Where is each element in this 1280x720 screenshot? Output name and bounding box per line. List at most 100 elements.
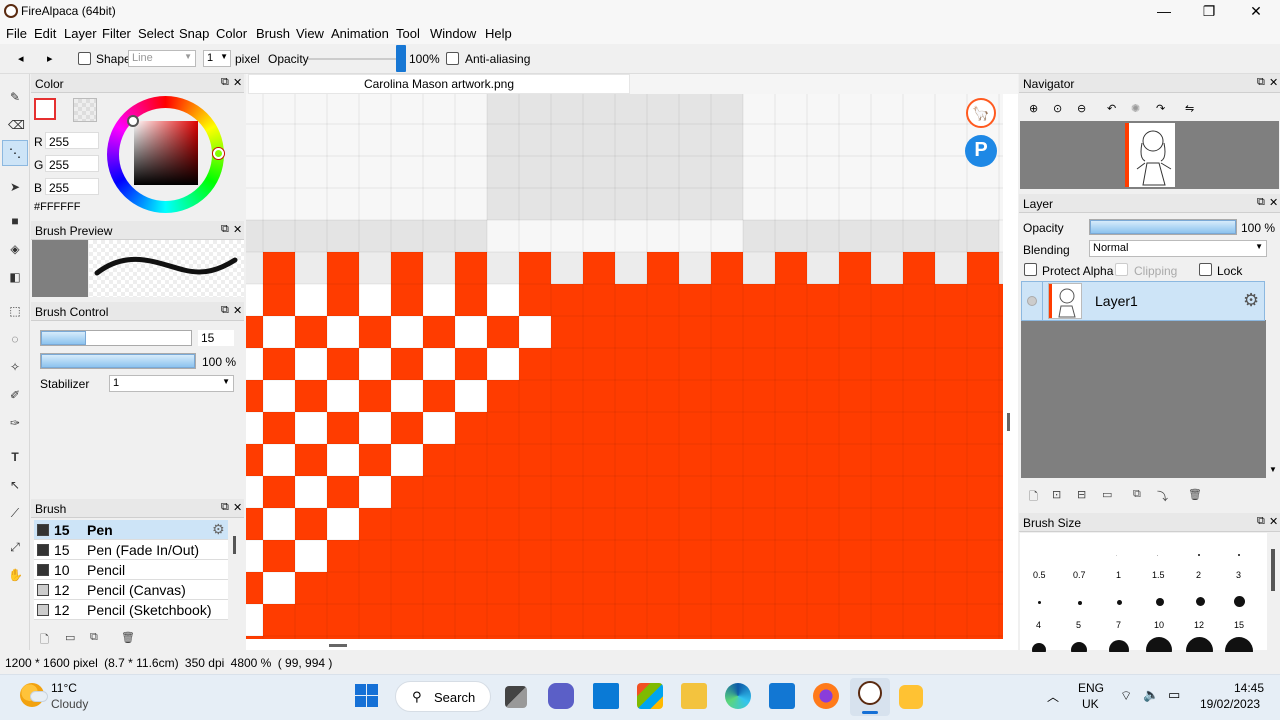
- pen-tool-icon[interactable]: ✎: [8, 90, 22, 104]
- menu-view[interactable]: View: [296, 26, 324, 41]
- menu-layer[interactable]: Layer: [64, 26, 97, 41]
- size-15[interactable]: 15: [1234, 620, 1244, 630]
- firefox-icon[interactable]: [813, 683, 839, 709]
- panel-close-icon[interactable]: ✕: [233, 501, 242, 514]
- clock-time[interactable]: 14:45: [1234, 681, 1264, 695]
- dock-icon[interactable]: ⧉: [1257, 76, 1265, 89]
- menu-help[interactable]: Help: [485, 26, 512, 41]
- zoom-out-icon[interactable]: ⊖: [1077, 102, 1086, 115]
- brush-item[interactable]: 15 Pen ⚙: [34, 520, 228, 540]
- size-0-5[interactable]: 0.5: [1033, 570, 1046, 580]
- panel-close-icon[interactable]: ✕: [233, 223, 242, 236]
- drawing-canvas[interactable]: [246, 94, 1003, 639]
- new-brush-icon[interactable]: 🗋: [40, 631, 49, 650]
- text-tool-icon[interactable]: T: [8, 450, 22, 464]
- brush-folder-icon[interactable]: ▭: [65, 631, 75, 644]
- brush-list-scrollbar[interactable]: [233, 536, 236, 554]
- rotate-left-icon[interactable]: ↶: [1107, 102, 1116, 115]
- size-0-7[interactable]: 0.7: [1073, 570, 1086, 580]
- brush-item[interactable]: 15 Pen (Fade In/Out): [34, 540, 228, 560]
- panel-close-icon[interactable]: ✕: [1269, 196, 1278, 209]
- new-8bit-layer-icon[interactable]: ⊡: [1052, 488, 1061, 501]
- menu-color[interactable]: Color: [216, 26, 247, 41]
- pixel-size-select[interactable]: 1 ▼: [203, 50, 231, 67]
- navigator-preview[interactable]: [1020, 121, 1279, 189]
- lasso-tool-icon[interactable]: ◌: [8, 332, 22, 346]
- move-tool-icon[interactable]: ➤: [8, 180, 22, 194]
- antialias-checkbox[interactable]: [446, 52, 459, 65]
- layer-settings-gear-icon[interactable]: ⚙: [1243, 290, 1259, 311]
- redo-button[interactable]: ▸: [47, 52, 53, 65]
- hue-picker-handle[interactable]: [213, 148, 224, 159]
- select-eraser-tool-icon[interactable]: ✑: [8, 416, 22, 430]
- clipping-checkbox[interactable]: [1115, 263, 1128, 276]
- pixel-canvas[interactable]: [246, 94, 1003, 639]
- fill-rect-tool-icon[interactable]: ■: [8, 214, 22, 228]
- pixiv-icon[interactable]: P: [965, 135, 997, 167]
- edge-browser-icon[interactable]: [725, 683, 751, 709]
- panel-close-icon[interactable]: ✕: [1269, 76, 1278, 89]
- brush-opacity-slider[interactable]: [40, 353, 196, 369]
- file-explorer-icon[interactable]: [681, 683, 707, 709]
- document-tab[interactable]: Carolina Mason artwork.png: [248, 74, 630, 94]
- menu-tool[interactable]: Tool: [396, 26, 420, 41]
- hand-tool-icon[interactable]: ✋: [8, 568, 23, 582]
- wifi-icon[interactable]: ⌔: [1120, 688, 1132, 704]
- layer-list-scrollbar[interactable]: ▼: [1268, 281, 1278, 479]
- clock-date[interactable]: 19/02/2023: [1200, 697, 1260, 711]
- layer-opacity-slider[interactable]: [1089, 219, 1237, 235]
- size-12[interactable]: 12: [1194, 620, 1204, 630]
- blending-select[interactable]: Normal ▼: [1089, 240, 1267, 257]
- size-1[interactable]: 1: [1116, 570, 1121, 580]
- language-code[interactable]: ENG: [1078, 681, 1104, 695]
- new-1bit-layer-icon[interactable]: ⊟: [1077, 488, 1086, 501]
- size-3[interactable]: 3: [1236, 570, 1241, 580]
- firealpaca-taskbar-button[interactable]: [850, 678, 890, 716]
- layer-row[interactable]: Layer1 ⚙: [1021, 281, 1265, 321]
- lock-checkbox[interactable]: [1199, 263, 1212, 276]
- sv-picker-handle[interactable]: [127, 115, 139, 127]
- brush-size-input[interactable]: 15: [198, 330, 234, 346]
- dock-icon[interactable]: ⧉: [1257, 515, 1265, 528]
- brush-settings-gear-icon[interactable]: ⚙: [212, 521, 225, 538]
- opacity-slider-track[interactable]: [308, 58, 404, 60]
- divide-tool-icon[interactable]: ⟋: [8, 506, 22, 520]
- vertical-scrollbar[interactable]: [1007, 413, 1010, 431]
- dot-tool-icon[interactable]: ⋱: [2, 140, 28, 166]
- saturation-value-square[interactable]: [134, 121, 198, 185]
- dock-icon[interactable]: ⧉: [221, 76, 229, 89]
- menu-filter[interactable]: Filter: [102, 26, 131, 41]
- duplicate-brush-icon[interactable]: ⧉: [90, 631, 98, 644]
- reset-rotation-icon[interactable]: ✺: [1131, 102, 1140, 115]
- menu-brush[interactable]: Brush: [256, 26, 290, 41]
- menu-edit[interactable]: Edit: [34, 26, 56, 41]
- eyedropper-tool-icon[interactable]: ⤢: [8, 540, 22, 554]
- dock-icon[interactable]: ⧉: [221, 304, 229, 317]
- teams-chat-icon[interactable]: [548, 683, 574, 709]
- b-input[interactable]: 255: [45, 178, 99, 195]
- merge-layer-icon[interactable]: ⤵: [1157, 488, 1168, 504]
- microsoft-store-icon[interactable]: [637, 683, 663, 709]
- shape-select[interactable]: Line ▼: [128, 50, 196, 67]
- flip-icon[interactable]: ⇋: [1185, 102, 1194, 115]
- panel-close-icon[interactable]: ✕: [233, 76, 242, 89]
- opacity-slider-thumb[interactable]: [396, 45, 406, 72]
- panel-close-icon[interactable]: ✕: [233, 304, 242, 317]
- r-input[interactable]: 255: [45, 132, 99, 149]
- layer-folder-icon[interactable]: ▭: [1102, 488, 1112, 501]
- brush-item[interactable]: 12 Pencil (Canvas): [34, 580, 228, 600]
- g-input[interactable]: 255: [45, 155, 99, 172]
- select-pen-tool-icon[interactable]: ✐: [8, 388, 22, 402]
- size-4[interactable]: 4: [1036, 620, 1041, 630]
- media-player-icon[interactable]: [899, 685, 923, 709]
- dock-icon[interactable]: ⧉: [221, 501, 229, 514]
- stabilizer-select[interactable]: 1 ▼: [109, 375, 234, 392]
- menu-file[interactable]: File: [6, 26, 27, 41]
- operation-tool-icon[interactable]: ↖: [8, 478, 22, 492]
- brush-item[interactable]: 12 Pencil (Sketchbook): [34, 600, 228, 620]
- dock-icon[interactable]: ⧉: [1257, 196, 1265, 209]
- primary-color-swatch[interactable]: [34, 98, 56, 120]
- mail-icon[interactable]: [769, 683, 795, 709]
- bucket-tool-icon[interactable]: ◈: [8, 242, 22, 256]
- alpaca-mascot-icon[interactable]: 🦙: [966, 98, 996, 128]
